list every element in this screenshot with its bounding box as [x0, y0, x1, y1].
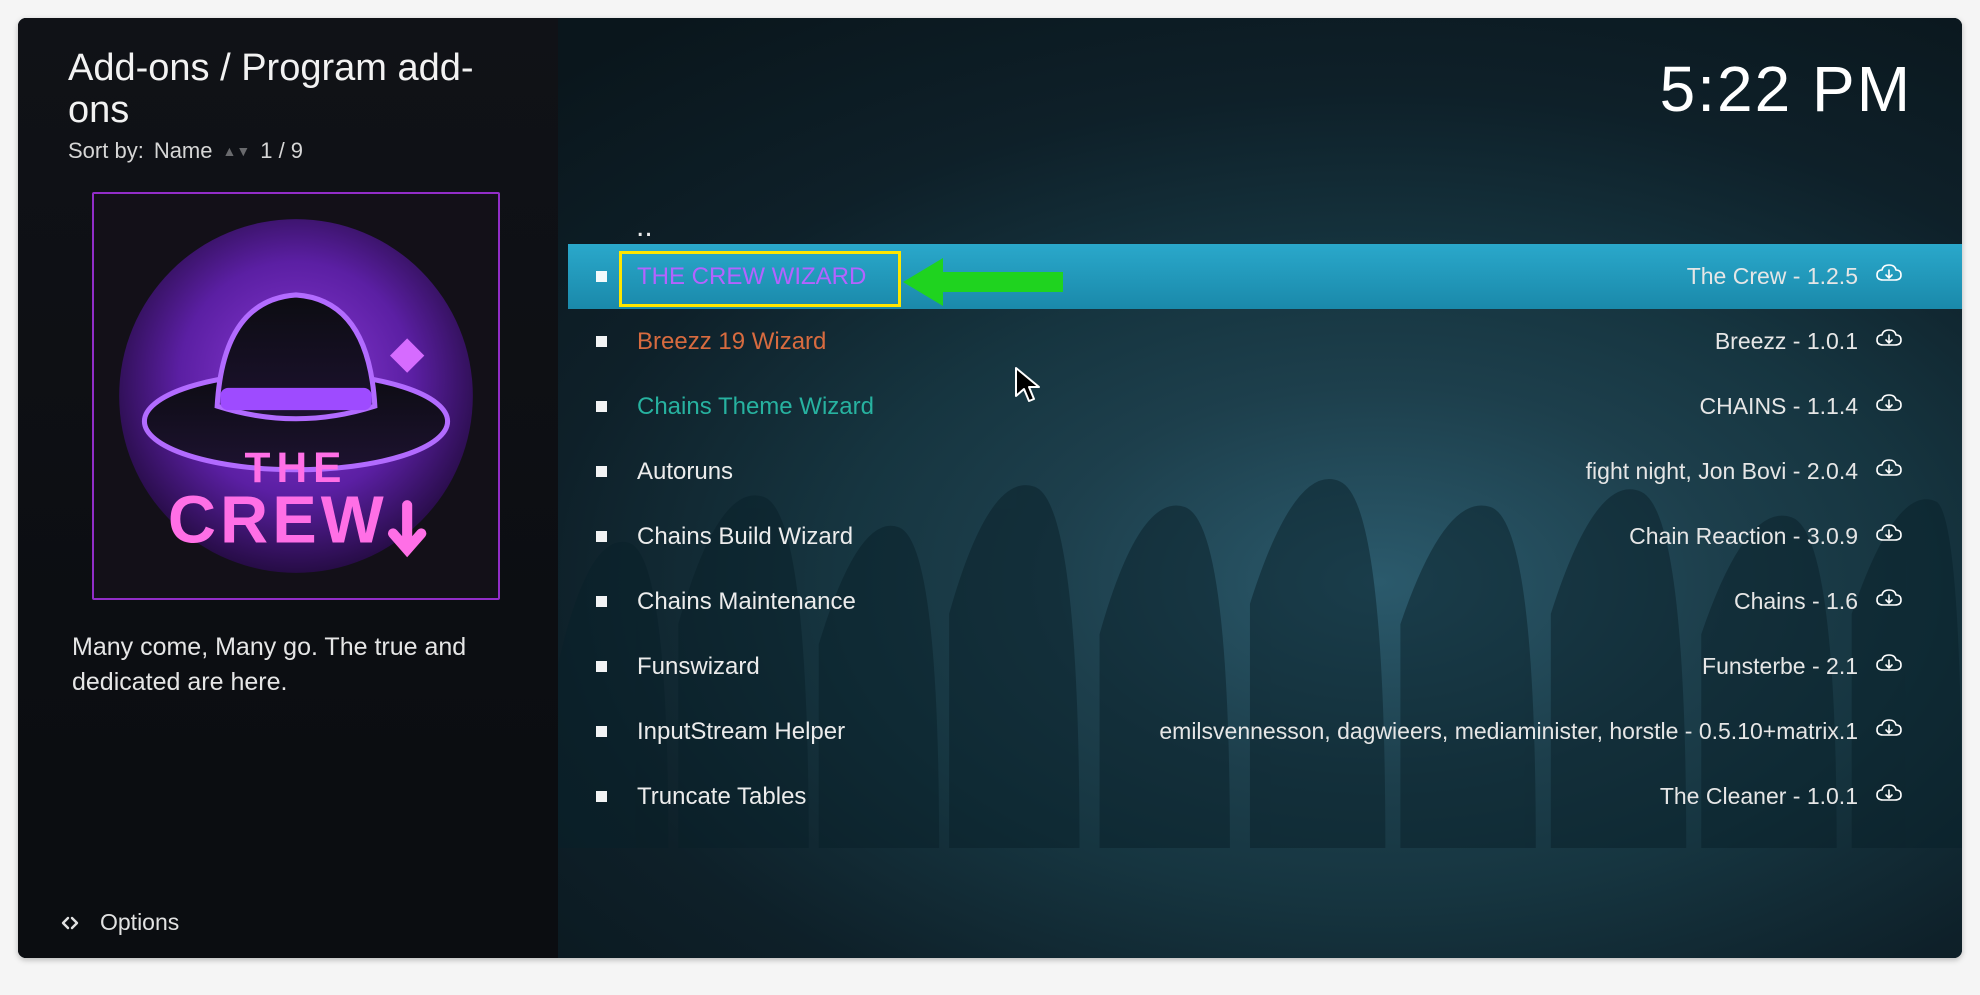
- download-icon: [1876, 718, 1902, 746]
- addon-meta: The Crew - 1.2.5: [1687, 263, 1858, 290]
- bullet-icon: [596, 401, 607, 412]
- options-button[interactable]: Options: [58, 909, 179, 936]
- list-item[interactable]: THE CREW WIZARDThe Crew - 1.2.5: [568, 244, 1962, 309]
- svg-text:CREW: CREW: [168, 483, 388, 557]
- addon-name: Funswizard: [637, 653, 1702, 681]
- bullet-icon: [596, 336, 607, 347]
- addon-meta: The Cleaner - 1.0.1: [1660, 783, 1858, 810]
- list-item[interactable]: Breezz 19 WizardBreezz - 1.0.1: [568, 309, 1962, 374]
- addon-meta: Breezz - 1.0.1: [1715, 328, 1858, 355]
- parent-directory[interactable]: ..: [568, 210, 1962, 244]
- bullet-icon: [596, 596, 607, 607]
- app-window: Add-ons / Program add-ons Sort by: Name …: [18, 18, 1962, 958]
- addon-meta: CHAINS - 1.1.4: [1700, 393, 1859, 420]
- list-item[interactable]: Autorunsfight night, Jon Bovi - 2.0.4: [568, 439, 1962, 504]
- addon-name: Chains Build Wizard: [637, 523, 1629, 551]
- download-icon: [1876, 523, 1902, 551]
- addon-name: THE CREW WIZARD: [637, 263, 1687, 291]
- sort-label: Sort by:: [68, 138, 144, 164]
- sidebar: Add-ons / Program add-ons Sort by: Name …: [18, 18, 558, 958]
- bullet-icon: [596, 531, 607, 542]
- download-icon: [1876, 393, 1902, 421]
- addon-meta: fight night, Jon Bovi - 2.0.4: [1586, 458, 1858, 485]
- download-icon: [1876, 653, 1902, 681]
- bullet-icon: [596, 271, 607, 282]
- addon-description: Many come, Many go. The true and dedicat…: [72, 630, 502, 700]
- list-item[interactable]: Chains MaintenanceChains - 1.6: [568, 569, 1962, 634]
- addon-name: Breezz 19 Wizard: [637, 328, 1715, 356]
- download-icon: [1876, 328, 1902, 356]
- clock: 5:22 PM: [1660, 52, 1912, 126]
- addon-meta: emilsvennesson, dagwieers, mediaminister…: [1159, 718, 1858, 745]
- addon-list: .. THE CREW WIZARDThe Crew - 1.2.5Breezz…: [568, 210, 1962, 829]
- addon-meta: Chains - 1.6: [1734, 588, 1858, 615]
- the-crew-logo: THE CREW: [104, 204, 488, 588]
- addon-thumbnail: THE CREW: [92, 192, 500, 600]
- bullet-icon: [596, 791, 607, 802]
- addon-name: Truncate Tables: [637, 783, 1660, 811]
- addon-name: Chains Maintenance: [637, 588, 1734, 616]
- list-item[interactable]: Chains Theme WizardCHAINS - 1.1.4: [568, 374, 1962, 439]
- bullet-icon: [596, 726, 607, 737]
- addon-meta: Funsterbe - 2.1: [1702, 653, 1858, 680]
- arrows-icon: [58, 911, 82, 935]
- addon-name: InputStream Helper: [637, 718, 1159, 746]
- bullet-icon: [596, 661, 607, 672]
- list-item[interactable]: Chains Build WizardChain Reaction - 3.0.…: [568, 504, 1962, 569]
- sort-value: Name: [154, 138, 213, 164]
- bullet-icon: [596, 466, 607, 477]
- list-item[interactable]: InputStream Helperemilsvennesson, dagwie…: [568, 699, 1962, 764]
- addon-name: Autoruns: [637, 458, 1586, 486]
- download-icon: [1876, 263, 1902, 291]
- sort-row[interactable]: Sort by: Name ▲▼ 1 / 9: [68, 138, 530, 164]
- download-icon: [1876, 588, 1902, 616]
- list-item[interactable]: FunswizardFunsterbe - 2.1: [568, 634, 1962, 699]
- breadcrumb: Add-ons / Program add-ons: [68, 48, 530, 132]
- addon-meta: Chain Reaction - 3.0.9: [1629, 523, 1858, 550]
- list-item[interactable]: Truncate TablesThe Cleaner - 1.0.1: [568, 764, 1962, 829]
- addon-name: Chains Theme Wizard: [637, 393, 1700, 421]
- options-label: Options: [100, 909, 179, 936]
- sort-arrow-icon: ▲▼: [223, 143, 251, 159]
- list-position: 1 / 9: [260, 138, 303, 164]
- download-icon: [1876, 458, 1902, 486]
- download-icon: [1876, 783, 1902, 811]
